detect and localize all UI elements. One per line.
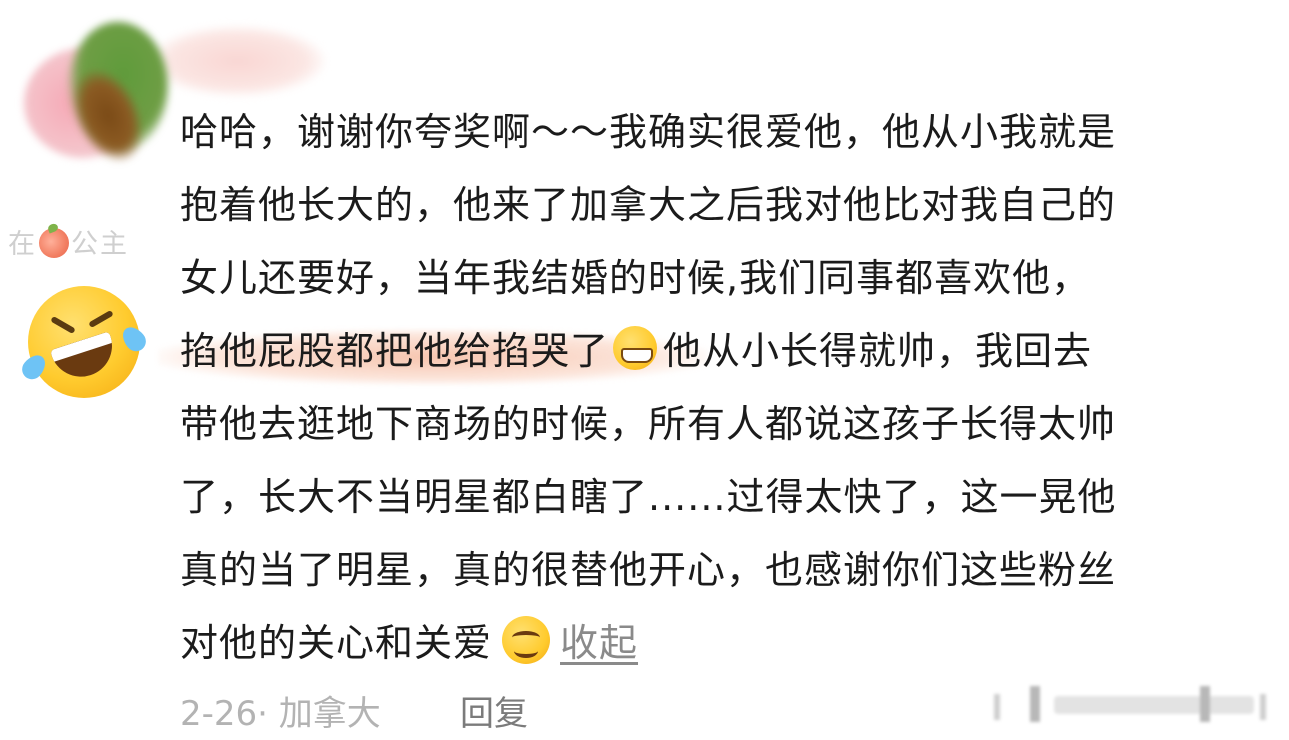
avatar-blur-region (150, 26, 325, 96)
comment-line: 真的当了明星，真的很替他开心，也感谢你们这些粉丝 (180, 548, 1117, 592)
collapse-link[interactable]: 收起 (560, 621, 638, 665)
comment-line: 对他的关心和关爱 收起 (180, 607, 1260, 680)
grinning-emoji-icon (613, 326, 658, 370)
username[interactable]: 在 公主 (8, 222, 129, 261)
peach-emoji-icon (39, 228, 69, 258)
comment-line: 了，长大不当明星都白瞎了......过得太快了，这一晃他 (180, 475, 1117, 519)
reply-button[interactable]: 回复 (460, 686, 528, 735)
smiling-emoji-icon (502, 616, 551, 664)
highlighted-text: 掐他屁股都把他给掐哭了 (180, 329, 610, 373)
comment-line: 女儿还要好，当年我结婚的时候,我们同事都喜欢他， (180, 256, 1091, 300)
comment-meta: 2-26· 加拿大 (180, 694, 381, 734)
comment-body: 哈哈，谢谢你夸奖啊～～我确实很爱他，他从小我就是 抱着他长大的，他来了加拿大之后… (158, 96, 1260, 680)
username-part2: 公主 (71, 229, 129, 260)
comment-line: 带他去逛地下商场的时候，所有人都说这孩子长得太帅 (180, 402, 1117, 446)
rolling-laughing-emoji-icon (17, 286, 151, 398)
comment-line-highlighted: 掐他屁股都把他给掐哭了 他从小长得就帅，我回去 (158, 315, 1260, 388)
comment-line: 抱着他长大的，他来了加拿大之后我对他比对我自己的 (180, 183, 1117, 227)
watermark (990, 682, 1280, 732)
username-part1: 在 (8, 229, 37, 260)
comment-line: 哈哈，谢谢你夸奖啊～～我确实很爱他，他从小我就是 (180, 110, 1117, 154)
